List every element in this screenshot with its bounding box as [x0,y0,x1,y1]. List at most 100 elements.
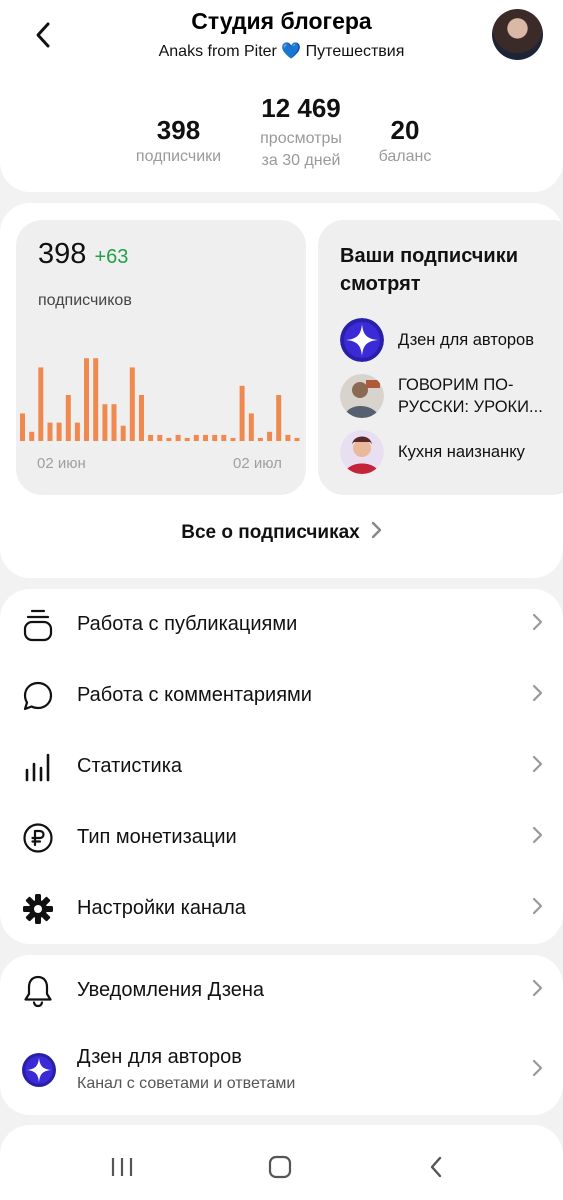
home-button[interactable] [260,1150,300,1184]
x-axis-start-label: 02 июн [37,455,86,472]
watch-item-label: ГОВОРИМ ПО-РУССКИ: УРОКИ... [398,376,543,416]
menu-item-label: Дзен для авторов [77,1046,242,1068]
stat-balance[interactable]: 20 баланс [368,115,442,168]
chevron-right-icon [370,521,382,545]
channel-avatar-icon [340,374,384,418]
bell-icon [20,973,56,1009]
chart-bar [102,404,108,441]
chevron-right-icon [531,979,543,1002]
chart-bar [257,437,263,441]
chevron-right-icon [531,755,543,778]
system-back-button[interactable] [416,1150,456,1184]
chart-bar [38,367,44,441]
subscribers-section: 398 +63 подписчиков 02 июн 02 июл Ваши п… [0,203,563,578]
menu-item-zen-for-authors[interactable]: Дзен для авторов Канал с советами и отве… [0,1034,563,1106]
ruble-icon [20,820,56,856]
chart-bar [294,437,300,441]
chart-bar [84,358,89,441]
stat-subscribers-value: 398 [156,115,201,145]
chart-bar [221,434,227,441]
stat-views-period: за 30 дней [261,152,341,169]
stat-balance-label: баланс [378,148,432,165]
channel-topic: Путешествия [301,43,405,60]
stat-views[interactable]: 12 469 просмотры за 30 дней [240,93,362,172]
zen-logo-icon [21,1052,57,1088]
watch-item-label: Дзен для авторов [398,331,534,349]
recent-apps-button[interactable] [102,1150,142,1184]
chart-bar [74,422,80,441]
chart-bar [139,395,144,441]
menu-item-label: Настройки канала [77,897,246,919]
heart-emoji: 💙 [281,43,302,60]
chevron-right-icon [531,613,543,636]
all-subscribers-link[interactable]: Все о подписчиках [0,521,563,545]
watch-item-label: Кухня наизнанку [398,443,525,461]
menu-item-channel-settings[interactable]: Настройки канала [0,873,563,944]
menu-item-statistics[interactable]: Статистика [0,731,563,802]
header-card: Студия блогера Anaks from Piter 💙 Путеше… [0,0,563,192]
stat-balance-value: 20 [390,115,420,145]
watch-item[interactable]: Кухня наизнанку [340,430,563,474]
chart-bar [212,434,218,441]
studio-menu: Работа с публикациями Работа с комментар… [0,589,563,944]
avatar[interactable] [492,9,543,60]
subscribers-chart-card[interactable]: 398 +63 подписчиков 02 июн 02 июл [16,220,306,495]
menu-item-label: Уведомления Дзена [77,979,265,1001]
system-navigation-bar [0,1140,563,1195]
stat-subscribers-label: подписчики [135,148,222,165]
chart-bar [276,395,282,441]
chart-bar [20,413,25,441]
chart-bar [148,434,154,441]
zen-menu: Уведомления Дзена Дзен для авторов Канал… [0,955,563,1115]
gear-icon [20,891,56,927]
chart-bar [203,434,208,441]
chart-bar [129,367,135,441]
chart-bar [285,434,291,441]
chart-bar [175,434,181,441]
chart-bar [93,358,99,441]
zen-logo-icon [340,318,384,362]
chevron-right-icon [531,826,543,849]
stat-views-label: просмотры [260,130,342,147]
menu-item-notifications[interactable]: Уведомления Дзена [0,955,563,1026]
subscribers-watch-card[interactable]: Ваши подписчики смотрят Дзен для авторов [318,220,563,495]
watch-item[interactable]: ГОВОРИМ ПО-РУССКИ: УРОКИ... [340,374,563,418]
menu-item-comments[interactable]: Работа с комментариями [0,660,563,731]
menu-item-publications[interactable]: Работа с публикациями [0,589,563,660]
watch-item[interactable]: Дзен для авторов [340,318,563,362]
chart-bar [230,437,236,441]
chart-bar [120,425,126,441]
chart-bar [184,437,190,441]
menu-item-label: Работа с публикациями [77,613,298,635]
publications-icon [20,607,56,643]
chart-bar [56,422,62,441]
chart-bar [239,385,245,441]
chart-bar [267,431,273,441]
menu-item-label: Работа с комментариями [77,684,312,706]
chart-bar [65,395,71,441]
chevron-right-icon [531,684,543,707]
chart-bar [157,434,163,441]
stat-subscribers[interactable]: 398 подписчики [126,115,231,168]
chart-bar [166,437,172,441]
channel-name: Anaks from Piter [158,43,282,60]
comments-icon [20,678,56,714]
chart-bar [193,434,199,441]
chart-bar [29,431,35,441]
chevron-right-icon [531,897,543,920]
menu-item-monetization[interactable]: Тип монетизации [0,802,563,873]
chart-bar [111,404,117,441]
page-title: Студия блогера [191,8,372,34]
menu-item-sublabel: Канал с советами и ответами [77,1075,296,1092]
recent-apps-icon [111,1158,133,1176]
watch-card-title: Ваши подписчики смотрят [340,245,519,295]
channel-avatar-icon [340,430,384,474]
chevron-right-icon [531,1059,543,1082]
chart-bar [47,422,53,441]
x-axis-end-label: 02 июл [233,455,282,472]
home-icon [268,1155,292,1179]
menu-item-label: Статистика [77,755,183,777]
all-subscribers-label: Все о подписчиках [181,522,360,544]
chart-bar [248,413,254,441]
subscribers-bar-chart [20,358,300,441]
